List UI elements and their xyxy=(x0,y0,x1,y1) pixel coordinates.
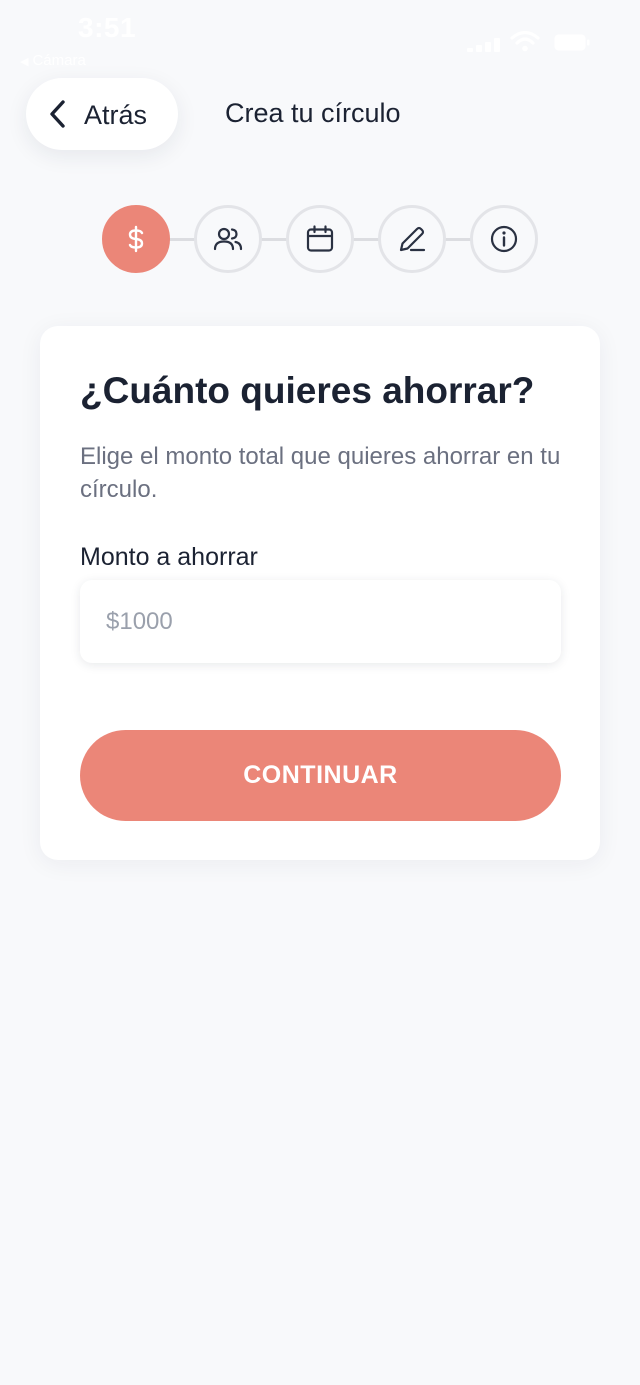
info-icon xyxy=(490,225,518,253)
amount-input[interactable] xyxy=(80,580,561,663)
back-button-label: Atrás xyxy=(84,100,148,130)
step-indicator xyxy=(0,205,640,275)
back-to-app-link[interactable]: ◀ Cámara xyxy=(20,52,86,69)
wifi-icon xyxy=(510,30,540,52)
page-title: Crea tu círculo xyxy=(225,98,401,128)
users-icon xyxy=(213,227,243,251)
continue-button[interactable]: CONTINUAR xyxy=(80,730,561,821)
back-triangle-icon: ◀ xyxy=(20,56,29,68)
back-button[interactable]: Atrás xyxy=(26,78,178,150)
step-members[interactable] xyxy=(194,205,262,273)
chevron-left-icon xyxy=(50,100,65,128)
step-connector xyxy=(168,238,196,241)
status-bar: 3:51 ◀ Cámara xyxy=(0,0,640,70)
pencil-icon xyxy=(399,226,426,252)
step-schedule[interactable] xyxy=(286,205,354,273)
calendar-icon xyxy=(306,225,334,252)
amount-field-label: Monto a ahorrar xyxy=(80,543,258,571)
status-time: 3:51 xyxy=(78,12,137,43)
cellular-signal-icon xyxy=(467,38,505,52)
step-connector xyxy=(260,238,288,241)
amount-card: ¿Cuánto quieres ahorrar? Elige el monto … xyxy=(40,326,600,860)
back-to-app-label: Cámara xyxy=(32,52,86,69)
battery-icon xyxy=(554,34,590,51)
card-title: ¿Cuánto quieres ahorrar? xyxy=(80,370,535,411)
card-subtitle: Elige el monto total que quieres ahorrar… xyxy=(80,443,561,503)
dollar-icon xyxy=(128,225,144,253)
step-details[interactable] xyxy=(378,205,446,273)
step-amount[interactable] xyxy=(102,205,170,273)
create-circle-screen: 3:51 ◀ Cámara Atrás Crea tu círculo ¿Cuá… xyxy=(0,0,640,1385)
step-connector xyxy=(352,238,380,241)
step-summary[interactable] xyxy=(470,205,538,273)
step-connector xyxy=(444,238,472,241)
